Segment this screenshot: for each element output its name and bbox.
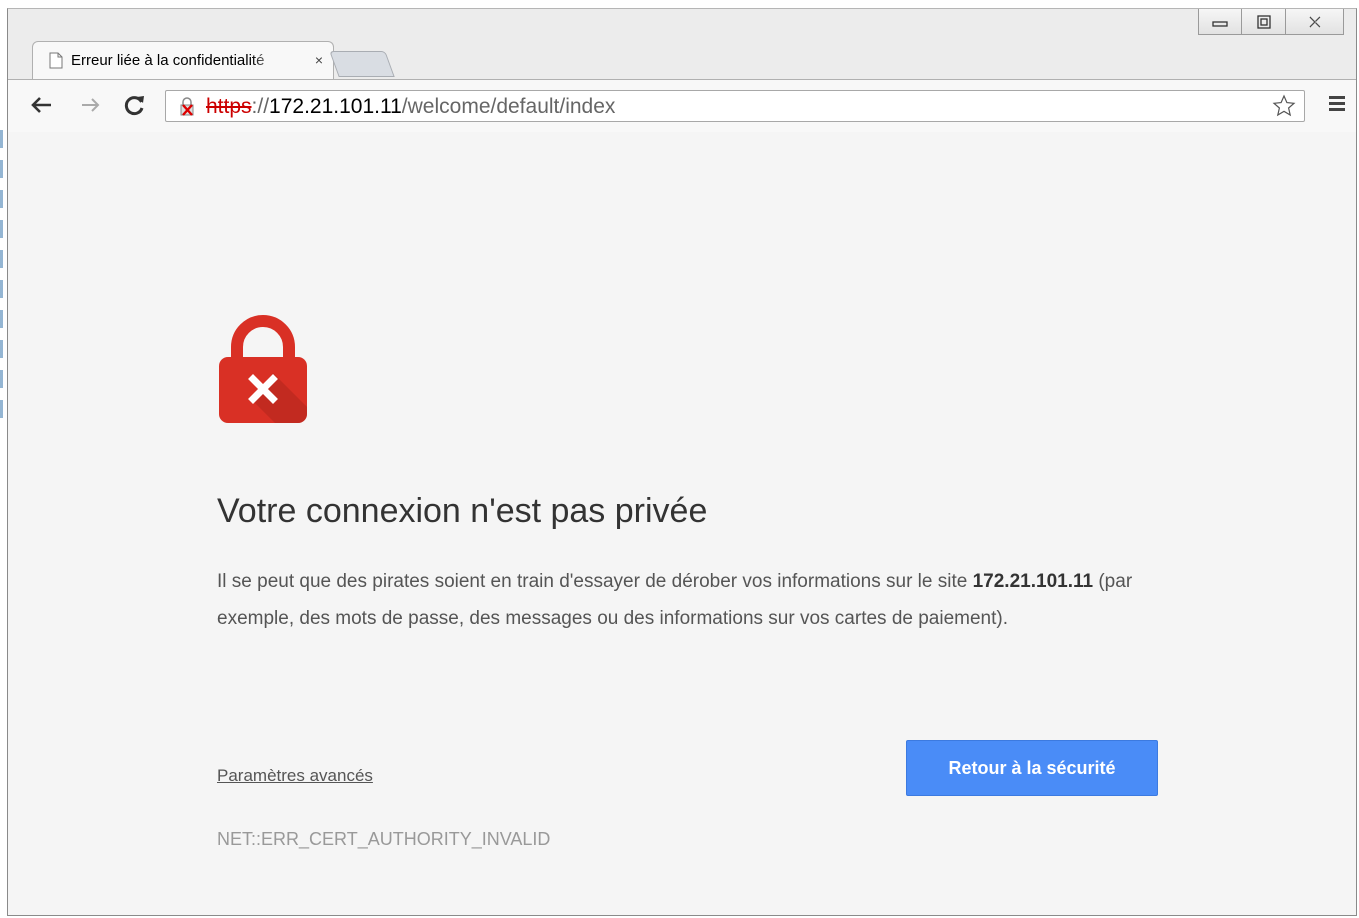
page-title: Votre connexion n'est pas privée	[217, 492, 708, 530]
tab-close-icon[interactable]: ×	[315, 52, 323, 68]
maximize-icon	[1256, 14, 1271, 29]
maximize-button[interactable]	[1242, 9, 1286, 35]
url-path: /welcome/default/index	[401, 95, 616, 118]
interstitial-page: Votre connexion n'est pas privée Il se p…	[8, 132, 1356, 915]
new-tab-button[interactable]	[329, 51, 395, 77]
page-icon	[49, 52, 63, 69]
minimize-button[interactable]	[1198, 9, 1242, 35]
url-text: https://172.21.101.11/welcome/default/in…	[206, 95, 615, 119]
url-separator: ://	[251, 95, 270, 118]
tab-title: Erreur liée à la confidentialité	[71, 52, 265, 69]
desc-text-before: Il se peut que des pirates soient en tra…	[217, 571, 968, 592]
close-icon	[1309, 16, 1321, 27]
title-bar: Erreur liée à la confidentialité ×	[8, 9, 1356, 80]
desc-host: 172.21.101.11	[972, 571, 1094, 592]
url-scheme: https	[206, 95, 252, 118]
menu-button[interactable]	[1328, 94, 1346, 117]
error-description: Il se peut que des pirates soient en tra…	[217, 563, 1157, 637]
window-controls	[1198, 9, 1344, 35]
close-window-button[interactable]	[1286, 9, 1344, 35]
back-button[interactable]	[28, 92, 54, 118]
reload-button[interactable]	[122, 92, 148, 118]
browser-window: Erreur liée à la confidentialité × https…	[7, 8, 1357, 916]
lock-error-icon	[219, 315, 307, 423]
hamburger-menu-icon	[1329, 96, 1345, 111]
active-tab[interactable]: Erreur liée à la confidentialité ×	[32, 41, 334, 80]
reload-icon	[124, 96, 144, 116]
forward-button[interactable]	[78, 92, 104, 118]
advanced-settings-link[interactable]: Paramètres avancés	[217, 766, 373, 786]
forward-arrow-icon	[82, 98, 100, 112]
star-icon[interactable]	[1272, 94, 1296, 118]
back-to-safety-button[interactable]: Retour à la sécurité	[906, 740, 1158, 796]
browser-toolbar: https://172.21.101.11/welcome/default/in…	[8, 79, 1356, 133]
error-code: NET::ERR_CERT_AUTHORITY_INVALID	[217, 829, 551, 849]
back-arrow-icon	[31, 97, 51, 113]
url-host: 172.21.101.11	[269, 95, 402, 118]
background-window-edge	[0, 130, 3, 430]
address-bar[interactable]: https://172.21.101.11/welcome/default/in…	[165, 90, 1305, 122]
minimize-icon	[1212, 20, 1228, 27]
broken-lock-icon	[180, 97, 194, 116]
